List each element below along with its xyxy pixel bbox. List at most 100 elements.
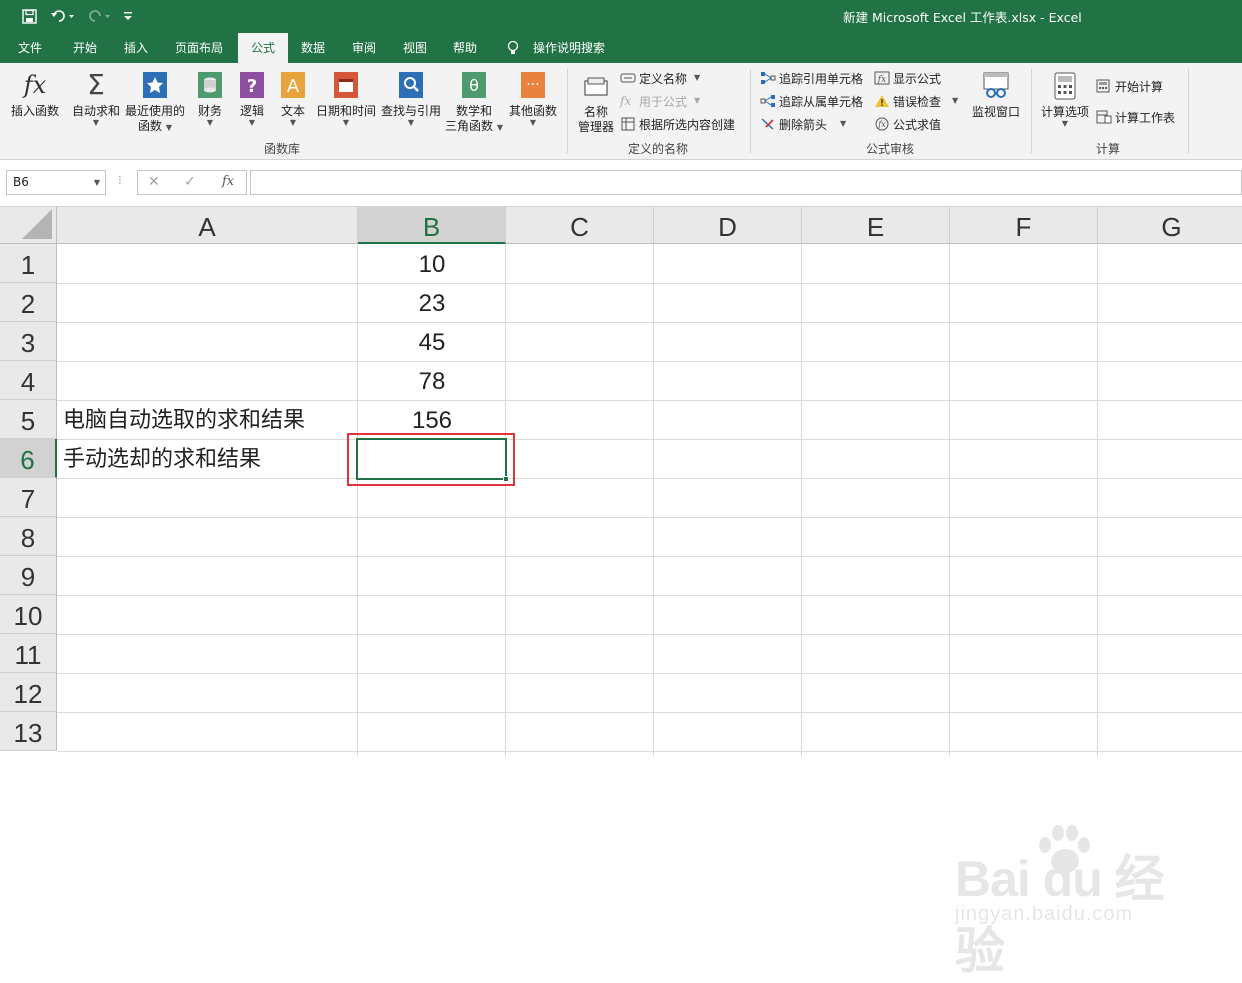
fx-icon: fx bbox=[23, 71, 47, 99]
worksheet-grid: A B C D E F G 1 2 3 4 5 6 7 8 9 10 11 12… bbox=[0, 207, 1242, 979]
recently-used-button[interactable]: 最近使用的 函数 ▼ bbox=[123, 69, 187, 134]
formula-input[interactable] bbox=[250, 170, 1242, 195]
row-header-2[interactable]: 2 bbox=[0, 283, 57, 322]
tab-review[interactable]: 审阅 bbox=[342, 33, 386, 63]
datetime-button[interactable]: 日期和时间 ▼ bbox=[314, 69, 378, 127]
tag-icon bbox=[620, 71, 636, 85]
cell-b4[interactable]: 78 bbox=[358, 361, 506, 400]
chevron-down-icon: ▼ bbox=[840, 119, 847, 128]
row-header-8[interactable]: 8 bbox=[0, 517, 57, 556]
use-in-formula-button[interactable]: fx 用于公式 ▼ bbox=[620, 92, 700, 110]
remove-arrows-button[interactable]: 删除箭头 ▼ bbox=[760, 115, 846, 133]
column-header-a[interactable]: A bbox=[57, 207, 358, 244]
fill-handle[interactable] bbox=[503, 476, 509, 482]
tab-formulas[interactable]: 公式 bbox=[238, 33, 288, 63]
evaluate-formula-button[interactable]: fx 公式求值 bbox=[874, 115, 941, 133]
undo-icon[interactable] bbox=[48, 6, 78, 26]
active-cell-b6[interactable] bbox=[356, 438, 509, 482]
tab-home[interactable]: 开始 bbox=[62, 33, 108, 63]
select-all-button[interactable] bbox=[0, 207, 57, 244]
logical-button[interactable]: ? 逻辑 ▼ bbox=[234, 69, 270, 127]
cancel-icon[interactable]: ✕ bbox=[148, 174, 160, 190]
star-book-icon bbox=[123, 69, 187, 101]
tab-view[interactable]: 视图 bbox=[393, 33, 437, 63]
chevron-down-icon: ▼ bbox=[92, 118, 100, 127]
insert-function-button[interactable]: fx 插入函数 bbox=[6, 69, 64, 119]
row-header-6[interactable]: 6 bbox=[0, 439, 57, 478]
row-header-1[interactable]: 1 bbox=[0, 244, 57, 283]
chevron-down-icon: ▼ bbox=[496, 123, 503, 132]
sigma-icon: Σ bbox=[87, 68, 105, 101]
error-checking-button[interactable]: 错误检查 ▼ bbox=[874, 92, 958, 110]
group-separator bbox=[1188, 69, 1189, 153]
watermark: Bai du 经验 jingyan.baidu.com bbox=[955, 825, 1185, 979]
evaluate-formula-icon: fx bbox=[874, 117, 890, 131]
cell-b2[interactable]: 23 bbox=[358, 283, 506, 322]
save-icon[interactable] bbox=[18, 6, 40, 26]
row-header-5[interactable]: 5 bbox=[0, 400, 57, 439]
chevron-down-icon: ▼ bbox=[289, 118, 297, 127]
column-header-d[interactable]: D bbox=[654, 207, 802, 244]
watermark-url: jingyan.baidu.com bbox=[955, 903, 1134, 925]
svg-text:fx: fx bbox=[877, 75, 886, 85]
cell-b1[interactable]: 10 bbox=[358, 244, 506, 283]
column-header-c[interactable]: C bbox=[506, 207, 654, 244]
lookup-button[interactable]: 查找与引用 ▼ bbox=[379, 69, 443, 127]
column-header-f[interactable]: F bbox=[950, 207, 1098, 244]
text-button[interactable]: A 文本 ▼ bbox=[275, 69, 311, 127]
trace-dependents-button[interactable]: 追踪从属单元格 bbox=[760, 92, 863, 110]
cell-a5[interactable]: 电脑自动选取的求和结果 bbox=[57, 400, 358, 439]
row-header-9[interactable]: 9 bbox=[0, 556, 57, 595]
define-name-button[interactable]: 定义名称 ▼ bbox=[620, 69, 700, 87]
drag-handle-icon[interactable]: ⁝ bbox=[118, 173, 122, 187]
calc-options-button[interactable]: 计算选项 ▼ bbox=[1038, 71, 1092, 128]
column-header-b[interactable]: B bbox=[358, 207, 506, 244]
row-header-7[interactable]: 7 bbox=[0, 478, 57, 517]
column-header-g[interactable]: G bbox=[1098, 207, 1242, 244]
text-book-icon: A bbox=[275, 69, 311, 101]
svg-text:fx: fx bbox=[877, 120, 886, 129]
more-functions-button[interactable]: ··· 其他函数 ▼ bbox=[506, 69, 560, 127]
name-manager-button[interactable]: 名称 管理器 bbox=[574, 73, 618, 135]
svg-text:θ: θ bbox=[469, 76, 479, 95]
group-label-formula-auditing: 公式审核 bbox=[866, 142, 915, 156]
ribbon-tabs: 文件 开始 插入 页面布局 公式 数据 审阅 视图 帮助 操作说明搜索 bbox=[0, 33, 1242, 63]
show-formulas-button[interactable]: fx 显示公式 bbox=[874, 69, 941, 87]
enter-icon[interactable]: ✓ bbox=[184, 174, 196, 190]
tab-help[interactable]: 帮助 bbox=[443, 33, 487, 63]
row-header-10[interactable]: 10 bbox=[0, 595, 57, 634]
customize-qat-icon[interactable] bbox=[120, 6, 136, 26]
row-header-11[interactable]: 11 bbox=[0, 634, 57, 673]
financial-book-icon bbox=[192, 69, 228, 101]
cell-a6[interactable]: 手动选却的求和结果 bbox=[57, 439, 358, 478]
insert-function-icon[interactable]: fx bbox=[222, 174, 234, 189]
chevron-down-icon: ▼ bbox=[165, 123, 172, 132]
create-from-selection-button[interactable]: 根据所选内容创建 bbox=[620, 115, 735, 133]
row-header-12[interactable]: 12 bbox=[0, 673, 57, 712]
redo-icon[interactable] bbox=[84, 6, 114, 26]
watch-window-button[interactable]: 监视窗口 bbox=[968, 71, 1024, 120]
tab-data[interactable]: 数据 bbox=[291, 33, 335, 63]
grid-line bbox=[57, 322, 1242, 323]
tab-file[interactable]: 文件 bbox=[8, 33, 52, 63]
row-header-13[interactable]: 13 bbox=[0, 712, 57, 751]
group-label-calculation: 计算 bbox=[1096, 142, 1121, 156]
row-header-4[interactable]: 4 bbox=[0, 361, 57, 400]
column-header-e[interactable]: E bbox=[802, 207, 950, 244]
calc-sheet-button[interactable]: 计算工作表 bbox=[1096, 108, 1175, 126]
svg-text:A: A bbox=[287, 76, 300, 97]
math-trig-button[interactable]: θ 数学和 三角函数 ▼ bbox=[444, 69, 504, 134]
tab-page-layout[interactable]: 页面布局 bbox=[168, 33, 230, 63]
name-manager-icon bbox=[574, 73, 618, 101]
autosum-button[interactable]: Σ 自动求和 ▼ bbox=[70, 69, 122, 127]
calc-now-button[interactable]: 开始计算 bbox=[1096, 77, 1163, 95]
financial-button[interactable]: 财务 ▼ bbox=[192, 69, 228, 127]
chevron-down-icon[interactable]: ▼ bbox=[94, 171, 100, 194]
tell-me-search[interactable]: 操作说明搜索 bbox=[528, 33, 610, 63]
tab-insert[interactable]: 插入 bbox=[113, 33, 159, 63]
cell-b3[interactable]: 45 bbox=[358, 322, 506, 361]
watch-window-icon bbox=[968, 71, 1024, 101]
name-box[interactable]: B6 ▼ bbox=[6, 170, 106, 195]
trace-precedents-button[interactable]: 追踪引用单元格 bbox=[760, 69, 863, 87]
row-header-3[interactable]: 3 bbox=[0, 322, 57, 361]
